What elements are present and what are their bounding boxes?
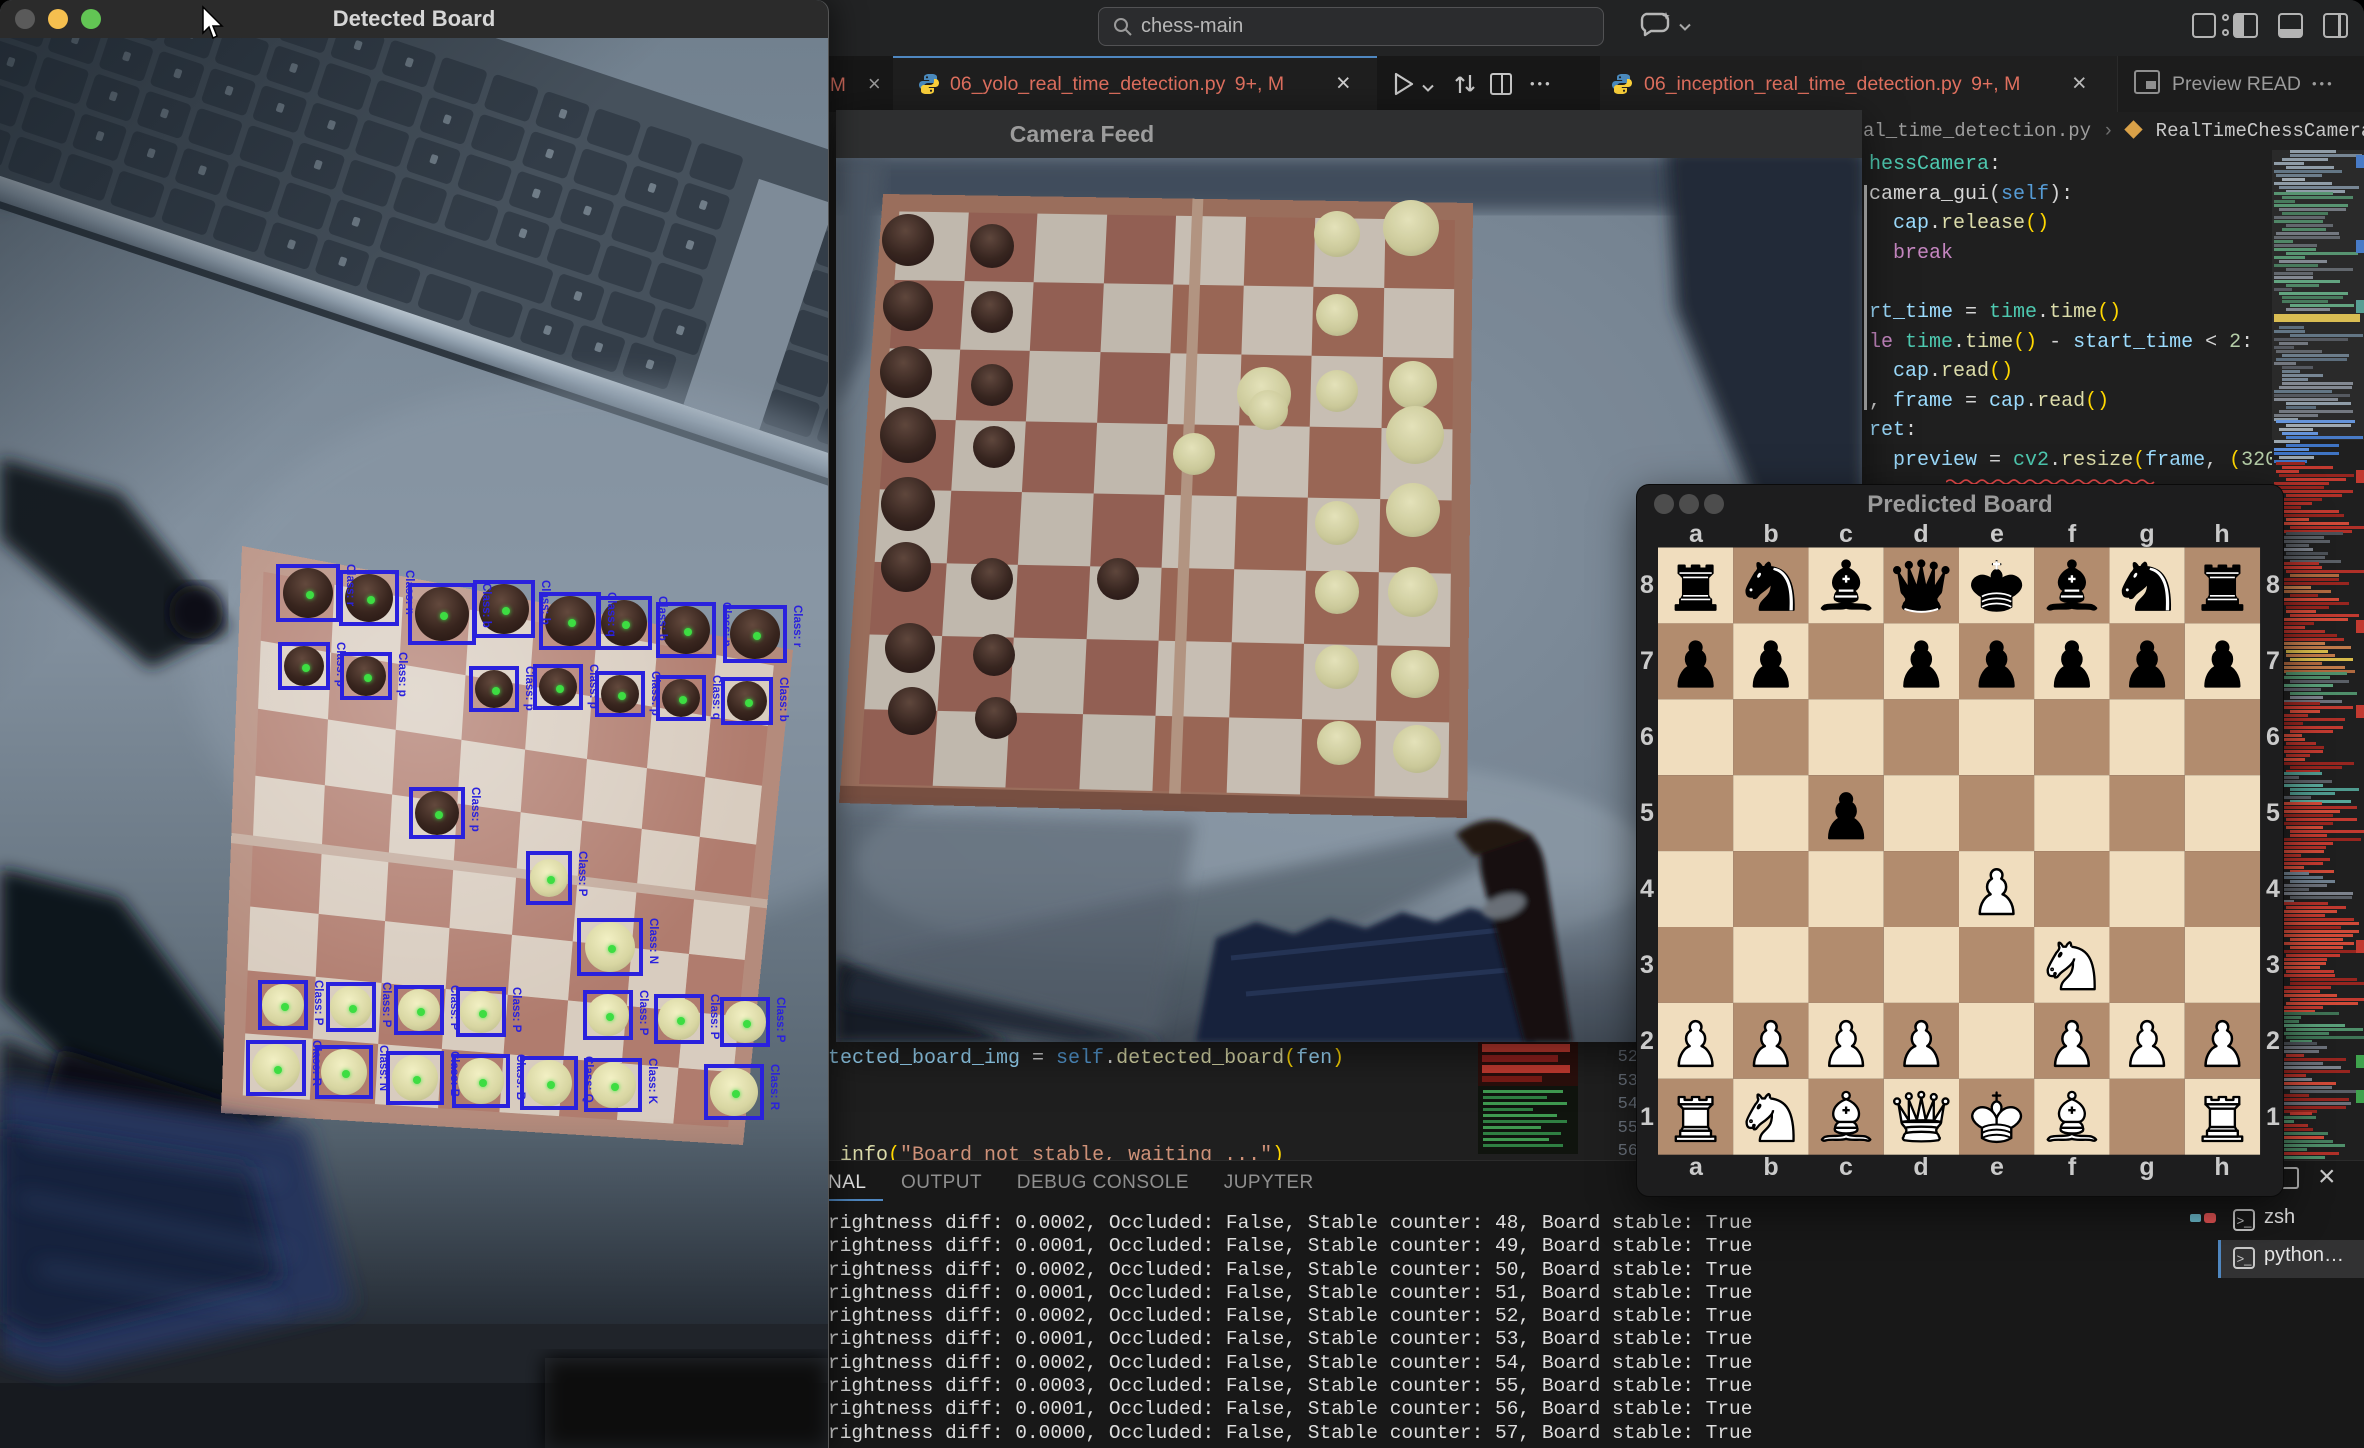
svg-text:h: h: [2214, 520, 2229, 548]
svg-text:1: 1: [2266, 1103, 2280, 1131]
svg-text:6: 6: [1640, 723, 1654, 751]
svg-text:8: 8: [1640, 571, 1654, 599]
svg-text:2: 2: [1640, 1027, 1654, 1055]
svg-text:d: d: [1913, 520, 1928, 548]
svg-text:5: 5: [2266, 799, 2280, 827]
svg-text:3: 3: [2266, 951, 2280, 979]
svg-text:1: 1: [1640, 1103, 1654, 1131]
svg-text:7: 7: [1640, 647, 1654, 675]
svg-text:4: 4: [1640, 875, 1654, 903]
svg-text:7: 7: [2266, 647, 2280, 675]
svg-text:3: 3: [1640, 951, 1654, 979]
svg-text:f: f: [2068, 1153, 2077, 1181]
svg-text:e: e: [1990, 1153, 2004, 1181]
svg-text:a: a: [1689, 520, 1704, 548]
svg-text:5: 5: [1640, 799, 1654, 827]
svg-text:h: h: [2214, 1153, 2229, 1181]
svg-text:d: d: [1913, 1153, 1928, 1181]
svg-text:g: g: [2139, 520, 2154, 548]
svg-text:b: b: [1763, 520, 1778, 548]
svg-text:8: 8: [2266, 571, 2280, 599]
svg-text:c: c: [1839, 520, 1853, 548]
svg-text:g: g: [2139, 1153, 2154, 1181]
svg-text:b: b: [1763, 1153, 1778, 1181]
svg-text:f: f: [2068, 520, 2077, 548]
svg-text:e: e: [1990, 520, 2004, 548]
svg-text:2: 2: [2266, 1027, 2280, 1055]
svg-text:c: c: [1839, 1153, 1853, 1181]
svg-text:a: a: [1689, 1153, 1704, 1181]
svg-text:4: 4: [2266, 875, 2280, 903]
svg-text:6: 6: [2266, 723, 2280, 751]
